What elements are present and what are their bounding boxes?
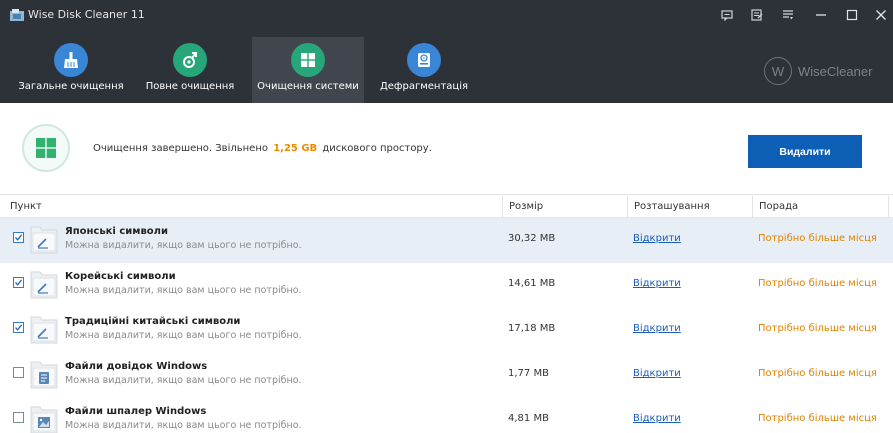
open-location-link[interactable]: Відкрити [633, 278, 681, 289]
column-divider [888, 196, 893, 218]
delete-button[interactable]: Видалити [748, 135, 862, 168]
table-header: Пункт Розмір Розташування Порада [0, 196, 893, 218]
broom-icon [54, 43, 88, 77]
item-size: 14,61 MB [508, 278, 556, 289]
item-advice: Потрібно більше місця [758, 368, 877, 379]
status-panel: Очищення завершено. Звільнено 1,25 GB ди… [0, 103, 893, 195]
title-bar: Wise Disk Cleaner 11 [0, 0, 893, 30]
windows-status-icon [22, 124, 70, 172]
menu-icon[interactable] [777, 4, 799, 26]
row-checkbox[interactable] [13, 367, 24, 378]
row-checkbox[interactable] [13, 232, 24, 243]
font-icon [30, 226, 58, 254]
item-advice: Потрібно більше місця [758, 278, 877, 289]
tab-label: Очищення системи [257, 81, 359, 92]
status-text-after: дискового простору. [322, 143, 432, 154]
notes-icon[interactable] [746, 4, 768, 26]
font-icon [30, 316, 58, 344]
brand-name: WiseCleaner [798, 63, 873, 79]
open-location-link[interactable]: Відкрити [633, 323, 681, 334]
column-header-location[interactable]: Розташування [627, 196, 752, 218]
status-message: Очищення завершено. Звільнено 1,25 GB ди… [93, 143, 432, 154]
tab-label: Повне очищення [145, 81, 235, 92]
minimize-icon[interactable] [810, 4, 832, 26]
tab-label: Загальне очищення [18, 81, 124, 92]
column-header-advice[interactable]: Порада [752, 196, 888, 218]
maximize-icon[interactable] [841, 4, 863, 26]
tab-deep-cleanup[interactable]: Повне очищення [136, 37, 244, 103]
row-checkbox[interactable] [13, 322, 24, 333]
help-file-icon [30, 361, 58, 389]
windows-icon [291, 43, 325, 77]
item-advice: Потрібно більше місця [758, 413, 877, 424]
items-table: Пункт Розмір Розташування Порада Японськ… [0, 196, 893, 433]
tab-label: Дефрагментація [379, 81, 469, 92]
item-advice: Потрібно більше місця [758, 323, 877, 334]
item-title: Файли довідок Windows [65, 361, 208, 372]
row-checkbox[interactable] [13, 412, 24, 423]
item-advice: Потрібно більше місця [758, 233, 877, 244]
disk-icon [407, 43, 441, 77]
table-row[interactable]: Корейські символи Можна видалити, якщо в… [0, 263, 893, 308]
item-title: Корейські символи [65, 271, 176, 282]
item-title: Файли шпалер Windows [65, 406, 207, 417]
tab-general-cleanup[interactable]: Загальне очищення [14, 37, 128, 103]
table-row[interactable]: Традиційні китайські символи Можна видал… [0, 308, 893, 353]
column-header-item[interactable]: Пункт [4, 196, 504, 218]
item-size: 17,18 MB [508, 323, 556, 334]
table-row[interactable]: Файли шпалер Windows Можна видалити, якщ… [0, 398, 893, 433]
row-checkbox[interactable] [13, 277, 24, 288]
freed-space: 1,25 GB [273, 143, 318, 154]
feedback-icon[interactable] [716, 4, 738, 26]
table-row[interactable]: Файли довідок Windows Можна видалити, як… [0, 353, 893, 398]
open-location-link[interactable]: Відкрити [633, 233, 681, 244]
app-title: Wise Disk Cleaner 11 [28, 8, 145, 21]
item-title: Традиційні китайські символи [65, 316, 241, 327]
deep-clean-icon [173, 43, 207, 77]
brand-logo-icon: W [764, 57, 792, 85]
item-description: Можна видалити, якщо вам цього не потріб… [65, 375, 302, 386]
header: Wise Disk Cleaner 11 Загальне очищення П… [0, 0, 893, 103]
open-location-link[interactable]: Відкрити [633, 413, 681, 424]
item-size: 1,77 MB [508, 368, 549, 379]
wisecleaner-logo[interactable]: W WiseCleaner [764, 57, 872, 85]
table-row[interactable]: Японські символи Можна видалити, якщо ва… [0, 218, 893, 263]
status-text-before: Очищення завершено. Звільнено [93, 143, 268, 154]
item-title: Японські символи [65, 226, 168, 237]
font-icon [30, 271, 58, 299]
open-location-link[interactable]: Відкрити [633, 368, 681, 379]
wallpaper-icon [30, 406, 58, 433]
item-description: Можна видалити, якщо вам цього не потріб… [65, 240, 302, 251]
item-description: Можна видалити, якщо вам цього не потріб… [65, 420, 302, 431]
item-size: 30,32 MB [508, 233, 556, 244]
item-description: Можна видалити, якщо вам цього не потріб… [65, 285, 302, 296]
item-description: Можна видалити, якщо вам цього не потріб… [65, 330, 302, 341]
item-size: 4,81 MB [508, 413, 549, 424]
close-icon[interactable] [870, 4, 892, 26]
column-header-size[interactable]: Розмір [502, 196, 627, 218]
app-logo-icon [10, 9, 24, 21]
app-window: Wise Disk Cleaner 11 Загальне очищення П… [0, 0, 893, 433]
tab-system-cleanup[interactable]: Очищення системи [252, 37, 364, 103]
tab-defragmentation[interactable]: Дефрагментація [372, 37, 476, 103]
